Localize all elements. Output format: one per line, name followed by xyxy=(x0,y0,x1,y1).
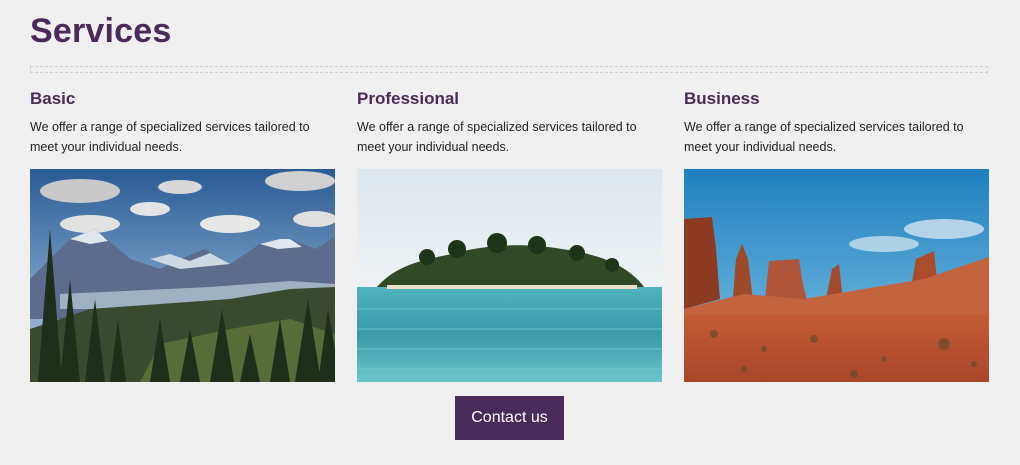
contact-us-button[interactable]: Contact us xyxy=(455,396,564,440)
service-title: Basic xyxy=(30,89,76,108)
service-card-professional: Professional We offer a range of special… xyxy=(357,88,662,382)
service-title: Professional xyxy=(357,89,460,108)
service-description: We offer a range of specialized services… xyxy=(30,120,310,154)
services-section: Services Basic We offer a range of speci… xyxy=(0,0,1020,465)
service-image-desert xyxy=(684,169,989,382)
service-card-basic: Basic We offer a range of specialized se… xyxy=(30,88,335,382)
service-description: We offer a range of specialized services… xyxy=(357,120,637,154)
service-image-island xyxy=(357,169,662,382)
service-description: We offer a range of specialized services… xyxy=(684,120,964,154)
page-title: Services xyxy=(30,12,172,50)
divider xyxy=(30,66,988,73)
service-image-mountains xyxy=(30,169,335,382)
service-card-business: Business We offer a range of specialized… xyxy=(684,88,989,382)
service-title: Business xyxy=(684,89,760,108)
